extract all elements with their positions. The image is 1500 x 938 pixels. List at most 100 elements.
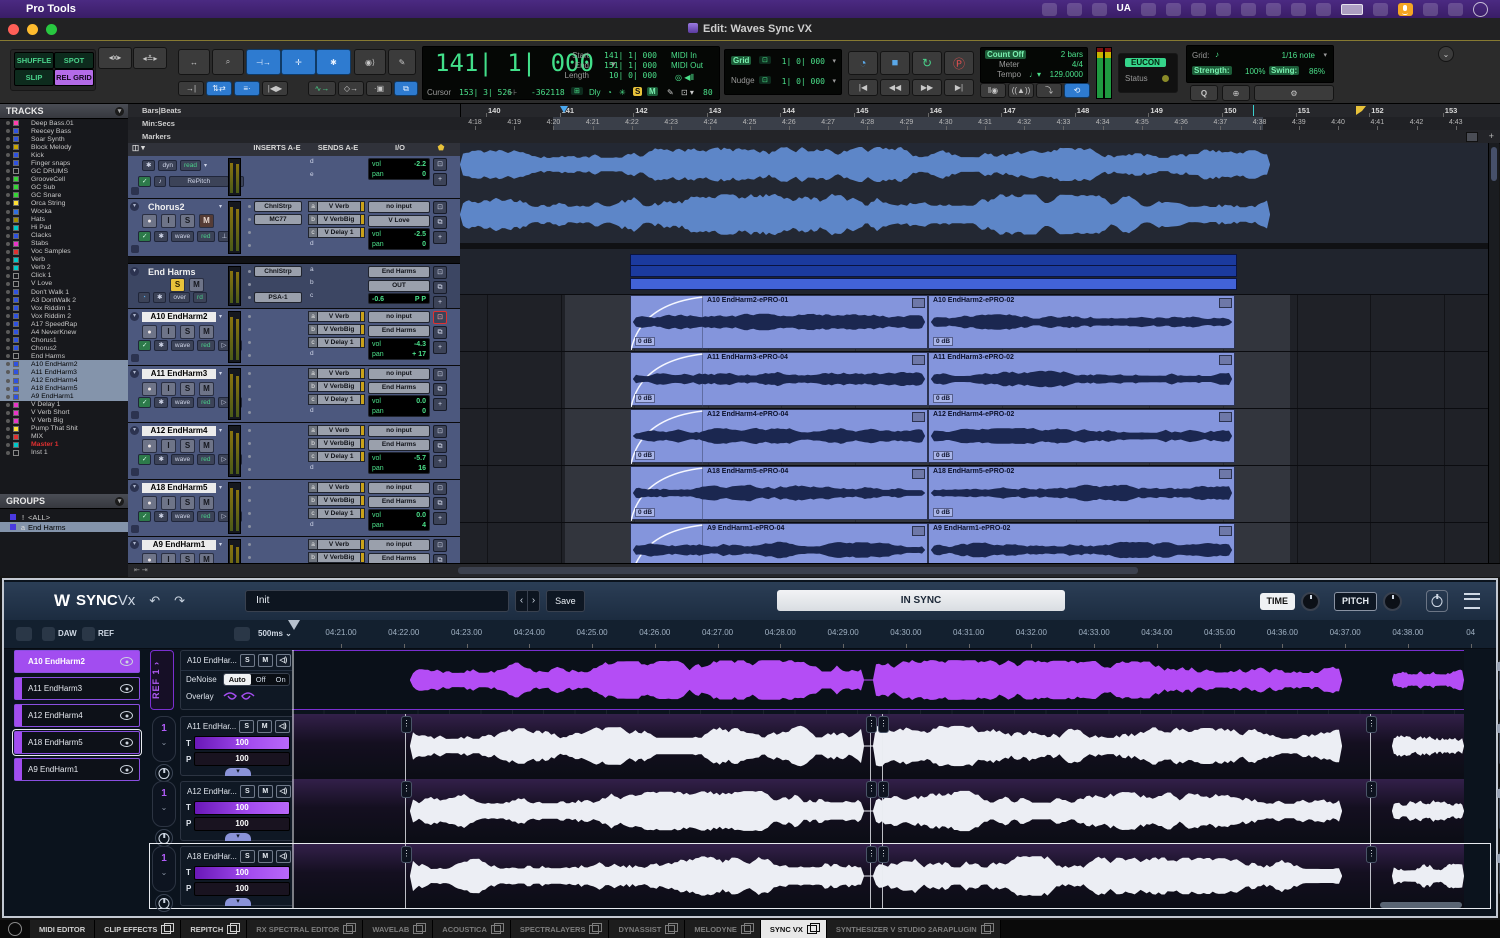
grid-label[interactable]: Grid — [731, 56, 751, 65]
solo-button[interactable]: S — [240, 654, 255, 667]
track-list-item[interactable]: Block Melody — [0, 143, 128, 151]
mini-record-button[interactable]: ⊡ — [433, 425, 447, 438]
previous-preset-button[interactable]: ‹ — [515, 590, 528, 612]
pencil-small-icon[interactable]: ✎ — [667, 88, 674, 97]
segment-marker[interactable]: ⋮ — [1366, 716, 1377, 733]
rewind-button[interactable]: ◀◀ — [880, 79, 910, 96]
tray-icon-1[interactable] — [1042, 3, 1057, 16]
clock-icon[interactable] — [1473, 2, 1488, 17]
track-view-button[interactable]: wave — [171, 454, 194, 465]
tempo-label[interactable]: Tempo — [997, 70, 1021, 79]
track-list-item[interactable]: V Love — [0, 280, 128, 288]
send-slot[interactable]: cV Delay 1 — [308, 451, 365, 462]
plugin-playhead-handle[interactable] — [288, 620, 300, 630]
clip-effects-icon[interactable] — [1219, 355, 1232, 365]
track-list-item[interactable]: A17 SpeedRap — [0, 320, 128, 328]
automation-follows-button[interactable]: ∿→ — [308, 81, 336, 96]
scroll-left-button[interactable]: ⇤ ⇥ — [134, 566, 148, 574]
taskbar-tab[interactable]: RX SPECTRAL EDITOR — [247, 920, 363, 938]
mode-shuffle[interactable]: SHUFFLE — [14, 52, 54, 69]
track-list-item[interactable]: Orca String — [0, 199, 128, 207]
track-name[interactable]: Stabs — [31, 240, 48, 247]
mini-button[interactable]: + — [433, 173, 447, 186]
markers-ruler[interactable]: Markers + — [128, 130, 1500, 144]
folder-clip-bar[interactable] — [630, 278, 1237, 290]
track-list-item[interactable]: Wocka — [0, 208, 128, 216]
dly-label[interactable]: Dly — [589, 88, 601, 97]
time-toggle[interactable]: TIME — [1260, 593, 1296, 610]
segment-marker[interactable]: ⋮ — [401, 846, 412, 863]
input-monitor-button[interactable]: I — [161, 214, 176, 228]
stop-button[interactable]: ■ — [880, 51, 910, 75]
mini-button[interactable]: ⧉ — [433, 216, 447, 229]
track-name[interactable]: V Verb Big — [31, 417, 63, 424]
track-show-dot[interactable] — [6, 451, 10, 455]
track-show-dot[interactable] — [6, 395, 10, 399]
track-name-caret[interactable]: ▾ — [219, 370, 222, 377]
ref-badge-icon[interactable] — [82, 627, 95, 641]
track-name[interactable]: End Harms — [148, 267, 222, 277]
clip-effects-icon[interactable] — [1219, 298, 1232, 308]
tray-icon-6[interactable] — [1191, 3, 1206, 16]
track-corner-icon[interactable] — [131, 354, 139, 362]
audio-zoom-button[interactable]: ◂⩙▸ — [98, 47, 132, 69]
mini-button[interactable]: ⧉ — [433, 440, 447, 453]
overlay-waveform-icon[interactable] — [222, 690, 256, 702]
input-monitor-button[interactable]: I — [161, 382, 176, 396]
tray-icon-7[interactable] — [1216, 3, 1231, 16]
track-view-button[interactable]: wave — [171, 231, 194, 242]
track-show-dot[interactable] — [6, 169, 10, 173]
track-collapse-button[interactable]: ▾ — [130, 426, 139, 435]
solo-button[interactable]: S — [180, 439, 195, 453]
playlist-button[interactable]: red — [197, 454, 214, 465]
record-enable-button[interactable] — [142, 439, 157, 453]
selection-end[interactable]: 151| 1| 000 — [595, 61, 657, 70]
mute-indicator[interactable]: M — [647, 87, 658, 96]
clip-gain-badge[interactable]: 0 dB — [635, 508, 655, 517]
track-show-dot[interactable] — [6, 250, 10, 254]
output-selector[interactable]: End Harms — [368, 325, 430, 337]
tray-icon-2[interactable] — [1067, 3, 1082, 16]
track-collapse-button[interactable]: ▾ — [130, 540, 139, 549]
grid-zoom-icon[interactable] — [234, 627, 250, 641]
send-slot[interactable]: d — [310, 158, 314, 165]
volume-pan-display[interactable]: vol-2.2 pan0 — [368, 158, 430, 180]
control-center-icon[interactable] — [1448, 3, 1463, 16]
send-slot[interactable]: cV Delay 1 — [308, 227, 365, 238]
track-list-item[interactable]: Soar Synth — [0, 135, 128, 143]
audio-clip[interactable]: A11 EndHarm3-ePRO-04 0 dB — [630, 352, 928, 406]
track-list-item[interactable]: Pump That Shit — [0, 425, 128, 433]
auto-match-icon[interactable]: ✱ — [154, 397, 167, 408]
track-list-item[interactable]: Click 1 — [0, 272, 128, 280]
plugin-power-button[interactable] — [1426, 590, 1448, 612]
track-name[interactable]: GrooveCell — [31, 176, 65, 183]
elastic-tick-icon[interactable]: ✓ — [138, 454, 151, 465]
track-view-button[interactable]: wave — [171, 397, 194, 408]
clock-blue-icon[interactable]: ◔ — [138, 292, 150, 303]
grid-caret[interactable]: ▾ — [832, 57, 836, 65]
track-name[interactable]: Verb 2 — [31, 264, 51, 271]
mini-button[interactable]: ⧉ — [433, 554, 447, 563]
solo-indicator[interactable]: S — [633, 87, 642, 96]
track-show-dot[interactable] — [6, 185, 10, 189]
track-name[interactable]: A10 EndHarm2 — [142, 312, 216, 322]
taskbar-tab[interactable]: REPITCH — [181, 920, 247, 938]
in-sync-button[interactable]: IN SYNC — [777, 590, 1065, 611]
audio-clip[interactable]: A12 EndHarm4-ePRO-04 0 dB — [630, 409, 928, 463]
visibility-eye-icon[interactable] — [120, 738, 133, 747]
track-list-item[interactable]: A4 NeverKnew — [0, 328, 128, 336]
track-name[interactable]: Vox Riddim 2 — [31, 313, 71, 320]
track-show-dot[interactable] — [6, 379, 10, 383]
play-icon[interactable] — [1316, 3, 1331, 16]
audio-clip[interactable]: A10 EndHarm2-ePRO-02 0 dB — [928, 295, 1235, 349]
track-list-item[interactable]: Finger snaps — [0, 159, 128, 167]
track-list-item[interactable]: Reecey Bass — [0, 127, 128, 135]
track-show-dot[interactable] — [6, 242, 10, 246]
track-list-item[interactable]: Verb — [0, 256, 128, 264]
mini-record-button[interactable]: ⊡ — [433, 539, 447, 552]
track-name[interactable]: Inst 1 — [31, 449, 48, 456]
pitch-toggle[interactable]: PITCH — [1334, 592, 1377, 611]
plugin-menu-icon[interactable] — [1464, 593, 1480, 609]
taskbar-tab[interactable]: SYNC VX — [761, 920, 827, 938]
track-list-item[interactable]: Voc Samples — [0, 248, 128, 256]
